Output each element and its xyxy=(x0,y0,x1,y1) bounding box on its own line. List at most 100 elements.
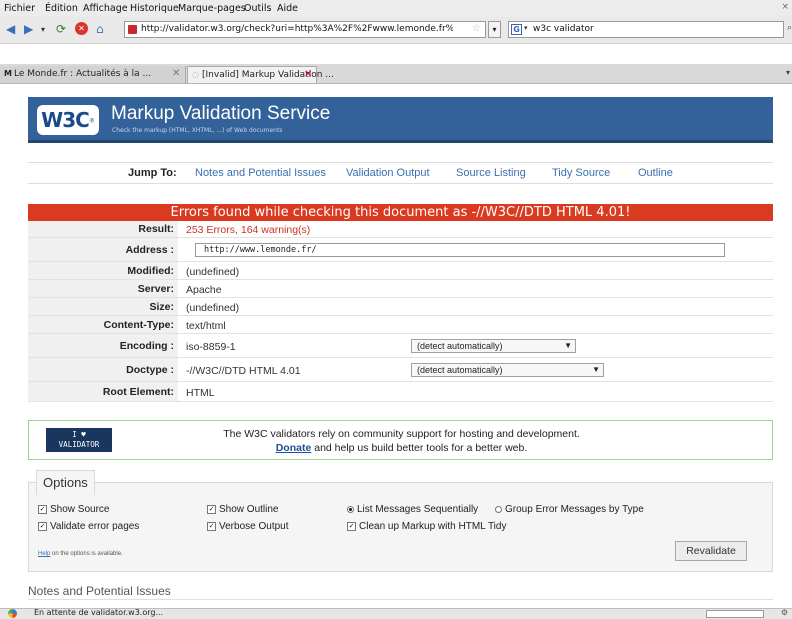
menu-fichier[interactable]: Fichier xyxy=(4,3,35,14)
doctype-value: -//W3C//DTD HTML 4.01 xyxy=(186,365,301,377)
verbose-output-option[interactable]: ✓ Verbose Output xyxy=(207,521,289,532)
addon-icon[interactable]: ⚙ xyxy=(781,608,788,617)
size-value: (undefined) xyxy=(186,302,240,314)
community-text: The W3C validators rely on community sup… xyxy=(223,428,580,440)
donate-line: Donate and help us build better tools fo… xyxy=(29,442,774,454)
tab-markup-validation[interactable]: ◌ [Invalid] Markup Validation ... ✕ xyxy=(187,66,334,83)
server-value: Apache xyxy=(186,284,222,296)
verbose-output-checkbox[interactable]: ✓ xyxy=(207,521,216,531)
root-element-label: Root Element: xyxy=(28,382,178,401)
encoding-select[interactable]: (detect automatically) ▼ xyxy=(411,339,576,353)
validate-error-pages-checkbox[interactable]: ✓ xyxy=(38,521,47,531)
site-favicon-icon xyxy=(128,25,137,34)
tab-label: Le Monde.fr : Actualités à la ... xyxy=(14,69,152,79)
address-field[interactable]: http://www.lemonde.fr/ xyxy=(195,243,725,257)
tab-close-icon[interactable]: ✕ xyxy=(172,68,180,79)
encoding-select-value: (detect automatically) xyxy=(417,341,503,351)
size-row: Size: (undefined) xyxy=(28,298,773,316)
google-engine-icon[interactable]: G xyxy=(511,24,522,35)
tab-close-icon[interactable]: ✕ xyxy=(304,69,312,80)
url-bar[interactable]: http://validator.w3.org/check?uri=http%3… xyxy=(124,21,486,38)
donate-line-rest: and help us build better tools for a bet… xyxy=(311,442,528,454)
url-text: http://validator.w3.org/check?uri=http%3… xyxy=(141,24,453,34)
menu-edition[interactable]: Édition xyxy=(45,3,78,14)
tab-le-monde[interactable]: M Le Monde.fr : Actualités à la ... ✕ xyxy=(0,66,186,83)
list-sequential-radio[interactable] xyxy=(347,505,354,513)
modified-row: Modified: (undefined) xyxy=(28,262,773,280)
window-close-icon[interactable]: × xyxy=(781,2,789,12)
list-sequential-option[interactable]: List Messages Sequentially xyxy=(347,504,478,515)
group-by-type-radio[interactable] xyxy=(495,505,502,513)
result-label: Result: xyxy=(28,221,178,237)
encoding-row: Encoding : iso-8859-1 (detect automatica… xyxy=(28,334,773,358)
clean-up-label: Clean up Markup with HTML Tidy xyxy=(359,521,507,532)
back-arrow-icon[interactable]: ◀ xyxy=(6,21,15,37)
logo-registered-mark: ® xyxy=(88,117,95,125)
group-by-type-label: Group Error Messages by Type xyxy=(505,504,644,515)
show-source-option[interactable]: ✓ Show Source xyxy=(38,504,109,515)
doctype-row: Doctype : -//W3C//DTD HTML 4.01 (detect … xyxy=(28,358,773,382)
donate-link[interactable]: Donate xyxy=(276,442,312,454)
modified-value: (undefined) xyxy=(186,266,240,278)
bookmark-star-icon[interactable]: ☆ xyxy=(472,23,481,34)
jump-link-tidy-source[interactable]: Tidy Source xyxy=(552,167,610,179)
navigation-toolbar: ◀ ▶ ▾ ⟳ ✕ ⌂ http://validator.w3.org/chec… xyxy=(0,17,792,44)
url-history-dropdown[interactable]: ▾ xyxy=(488,21,501,38)
search-magnifier-icon[interactable]: ⌕ xyxy=(787,23,792,33)
tab-bar: M Le Monde.fr : Actualités à la ... ✕ ◌ … xyxy=(0,64,792,84)
status-text: En attente de validator.w3.org... xyxy=(34,608,164,617)
engine-dropdown-icon[interactable]: ▾ xyxy=(524,24,528,32)
jump-link-notes[interactable]: Notes and Potential Issues xyxy=(195,167,326,179)
home-icon[interactable]: ⌂ xyxy=(96,21,104,37)
show-outline-option[interactable]: ✓ Show Outline xyxy=(207,504,278,515)
address-label: Address : xyxy=(28,238,178,261)
show-outline-checkbox[interactable]: ✓ xyxy=(207,504,216,514)
history-dropdown-icon[interactable]: ▾ xyxy=(41,21,45,37)
clean-up-option[interactable]: ✓ Clean up Markup with HTML Tidy xyxy=(347,521,506,532)
help-line-rest: on the options is available. xyxy=(50,551,123,557)
clean-up-checkbox[interactable]: ✓ xyxy=(347,521,356,531)
revalidate-button[interactable]: Revalidate xyxy=(675,541,747,561)
jump-link-validation-output[interactable]: Validation Output xyxy=(346,167,430,179)
error-banner: Errors found while checking this documen… xyxy=(28,204,773,221)
loading-status-icon xyxy=(8,609,17,618)
verbose-output-label: Verbose Output xyxy=(219,521,289,532)
le-monde-favicon-icon: M xyxy=(4,69,12,78)
show-outline-label: Show Outline xyxy=(219,504,279,515)
help-link[interactable]: Help xyxy=(38,551,50,557)
menu-aide[interactable]: Aide xyxy=(277,3,298,14)
loading-icon: ◌ xyxy=(192,70,199,79)
doctype-select[interactable]: (detect automatically) ▼ xyxy=(411,363,604,377)
content-type-label: Content-Type: xyxy=(28,316,178,333)
chevron-down-icon: ▼ xyxy=(564,341,572,350)
options-fieldset: ✓ Show Source ✓ Show Outline List Messages… xyxy=(28,482,773,572)
encoding-value: iso-8859-1 xyxy=(186,341,236,353)
jump-link-source-listing[interactable]: Source Listing xyxy=(456,167,526,179)
tab-list-icon[interactable]: ▾ xyxy=(786,68,790,77)
result-row: Result: 253 Errors, 164 warning(s) xyxy=(28,221,773,238)
search-bar[interactable]: G ▾ w3c validator ⌕ xyxy=(508,21,792,38)
group-by-type-option[interactable]: Group Error Messages by Type xyxy=(495,504,644,515)
stop-icon[interactable]: ✕ xyxy=(75,22,88,35)
root-element-value: HTML xyxy=(186,387,215,399)
options-legend: Options xyxy=(36,470,95,495)
w3c-logo[interactable]: W3C® xyxy=(37,105,99,135)
menu-outils[interactable]: Outils xyxy=(244,3,271,14)
menu-historique[interactable]: Historique xyxy=(130,3,179,14)
encoding-label: Encoding : xyxy=(28,334,178,357)
jump-link-outline[interactable]: Outline xyxy=(638,167,673,179)
reload-icon[interactable]: ⟳ xyxy=(56,21,66,37)
jump-to-label: Jump To: xyxy=(128,167,177,179)
menu-marque-pages[interactable]: Marque-pages xyxy=(178,3,246,14)
menu-affichage[interactable]: Affichage xyxy=(83,3,128,14)
divider xyxy=(28,599,773,600)
validate-error-pages-option[interactable]: ✓ Validate error pages xyxy=(38,521,139,532)
menu-bar: Fichier Édition Affichage Historique Mar… xyxy=(0,0,792,17)
show-source-checkbox[interactable]: ✓ xyxy=(38,504,47,514)
tab-label: [Invalid] Markup Validation ... xyxy=(202,70,334,80)
doctype-select-value: (detect automatically) xyxy=(417,365,503,375)
forward-arrow-icon[interactable]: ▶ xyxy=(24,21,33,37)
content-type-row: Content-Type: text/html xyxy=(28,316,773,334)
progress-bar xyxy=(706,610,764,618)
server-label: Server: xyxy=(28,280,178,297)
